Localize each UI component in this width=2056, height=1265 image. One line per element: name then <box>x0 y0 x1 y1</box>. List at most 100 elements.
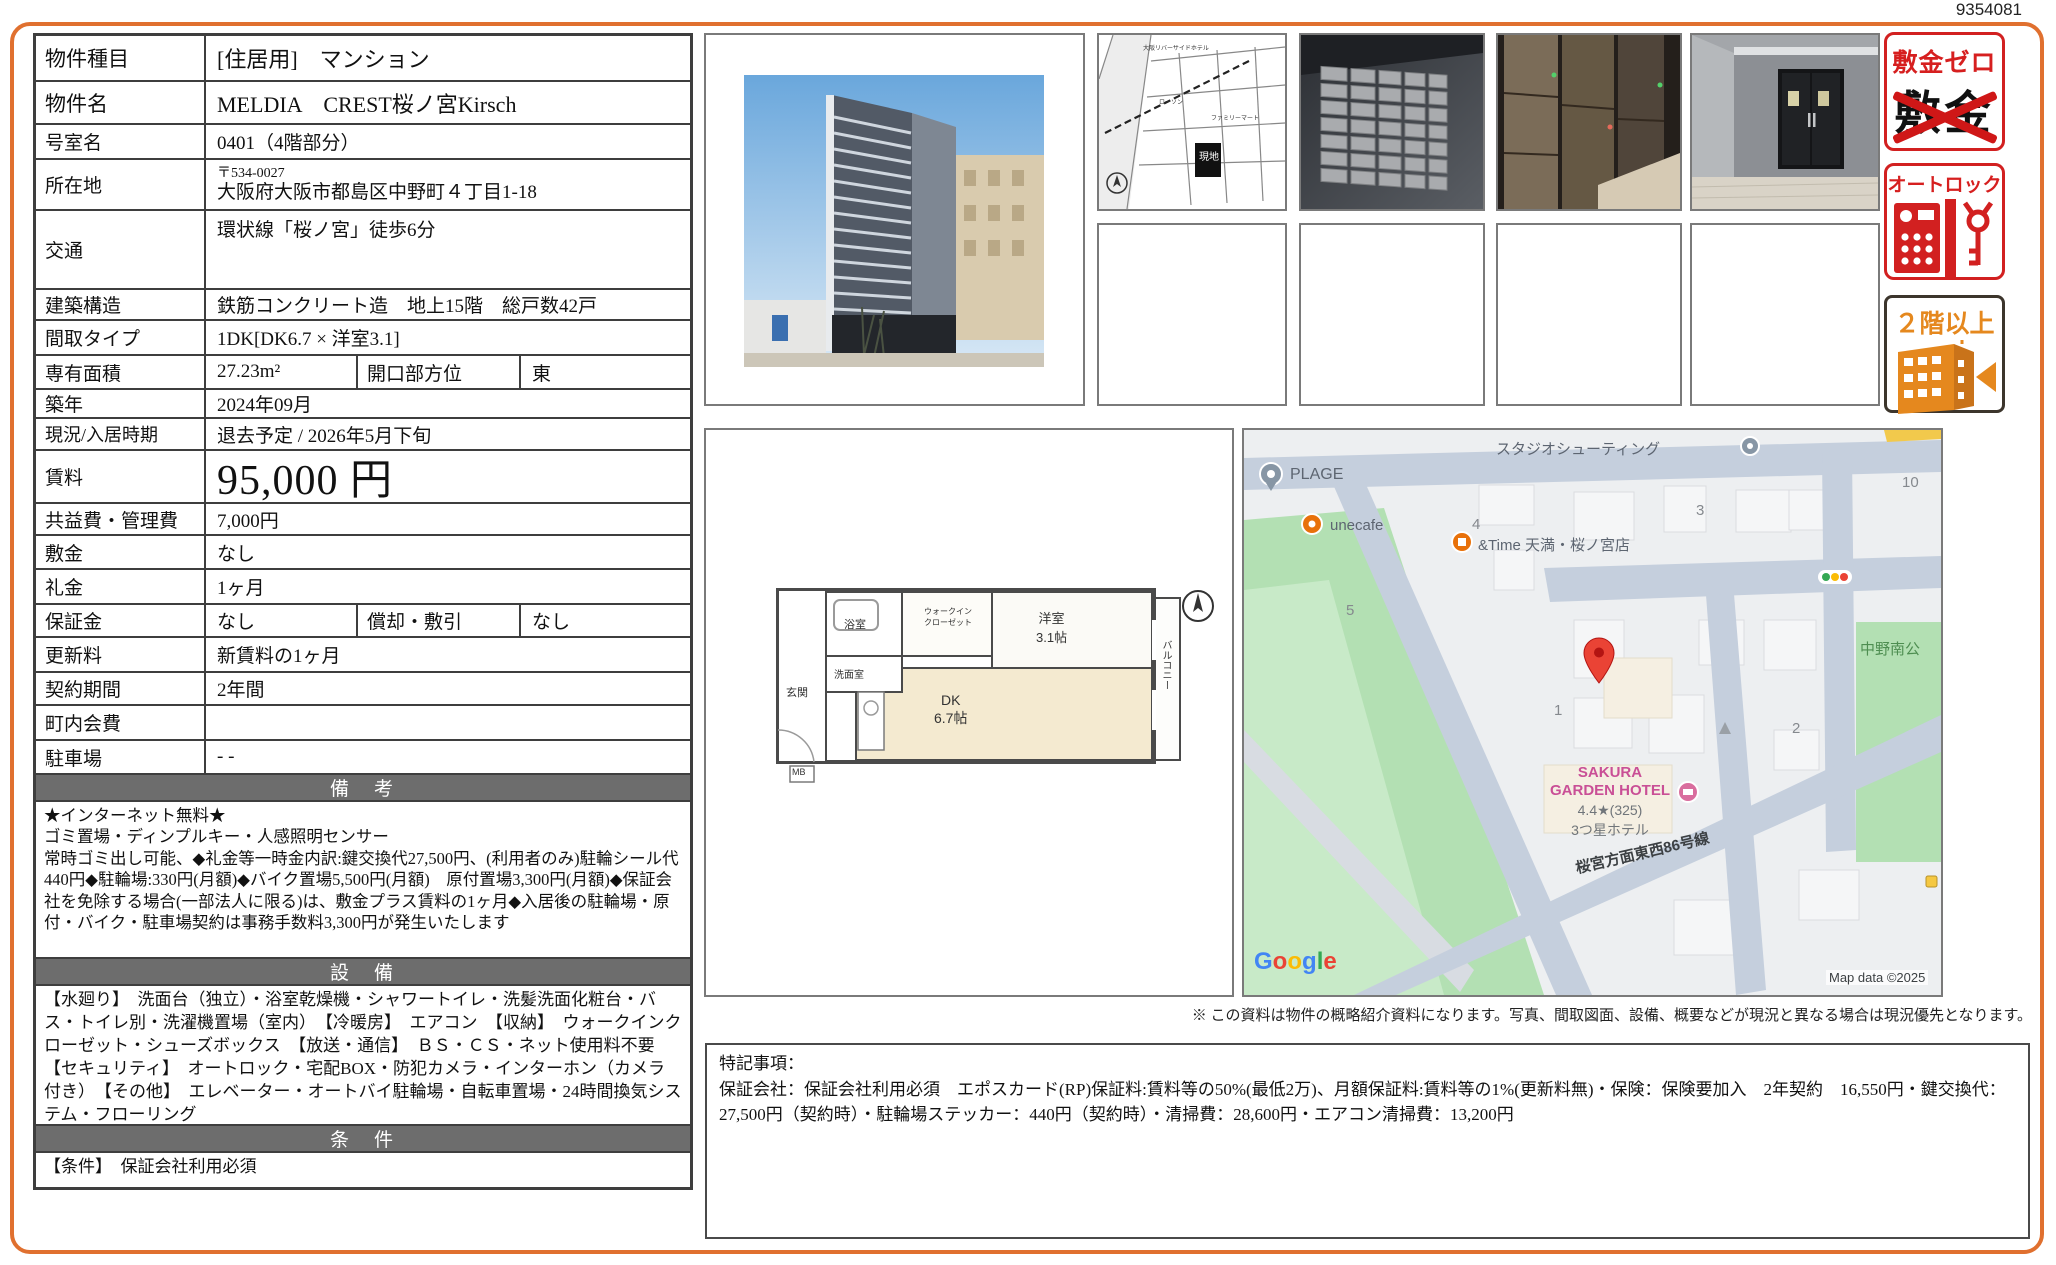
row-value: 鉄筋コンクリート造 地上15階 総戸数42戸 <box>206 290 690 319</box>
row-value: なし <box>206 605 358 636</box>
table-row: 保証金 なし 償却・敷引 なし <box>36 603 690 636</box>
map-number: 2 <box>1792 720 1800 737</box>
badge-no-deposit: 敷金ゼロ 敷金 <box>1884 32 2005 151</box>
room-label-wic: ウォークイン クローゼット <box>924 606 972 628</box>
row-value <box>206 706 690 739</box>
map-copyright: Map data ©2025 <box>1826 970 1928 985</box>
disclaimer-note: ※ この資料は物件の概略紹介資料になります。写真、間取図面、設備、概要などが現況… <box>950 1004 2032 1025</box>
map-number: 3 <box>1696 502 1704 519</box>
row-value: 1DK[DK6.7 × 洋室3.1] <box>206 321 690 354</box>
table-row: 物件名MELDIA CREST桜ノ宮Kirsch <box>36 80 690 123</box>
hotel-pin-icon <box>1678 782 1698 802</box>
special-notes-label: 特記事項： <box>719 1054 804 1073</box>
sketch-label: ファミリーマート <box>1211 113 1259 122</box>
sketch-label: 大阪リバーサイドホテル <box>1143 43 1209 52</box>
row-label: 保証金 <box>36 605 206 636</box>
google-letter: o <box>1287 948 1302 975</box>
document-number: 9354081 <box>1956 0 2022 20</box>
map-number: 10 <box>1902 474 1919 491</box>
row-label: 共益費・管理費 <box>36 504 206 534</box>
row-value: 退去予定 / 2026年5月下旬 <box>206 419 690 449</box>
badge-second-floor-up: ２階以上 <box>1884 295 2005 413</box>
map-label-hotel-2: GARDEN HOTEL <box>1544 782 1676 799</box>
row-value: MELDIA CREST桜ノ宮Kirsch <box>206 82 690 123</box>
table-row: 専有面積 27.23m² 開口部方位 東 <box>36 354 690 388</box>
row-value: 0401（4階部分） <box>206 125 690 158</box>
map-label-time-cafe: &Time 天満・桜ノ宮店 <box>1478 534 1630 555</box>
row-value: 1ヶ月 <box>206 570 690 603</box>
row-value: 2024年09月 <box>206 390 690 417</box>
map-label-hotel-rating: 4.4★(325) <box>1544 802 1676 819</box>
row-label: 敷金 <box>36 536 206 568</box>
map-label-studio: スタジオシューティング <box>1496 438 1660 459</box>
google-letter: e <box>1323 948 1336 975</box>
section-header-remarks: 備 考 <box>36 773 690 800</box>
mailboxes-photo <box>1299 33 1485 211</box>
row-label: 物件種目 <box>36 36 206 80</box>
table-row: 駐車場- - <box>36 739 690 773</box>
row-label: 駐車場 <box>36 741 206 773</box>
map-label-hotel-class: 3つ星ホテル <box>1544 820 1676 840</box>
row-label: 号室名 <box>36 125 206 158</box>
address-text: 大阪府大阪市都島区中野町４丁目1-18 <box>217 182 690 204</box>
empty-photo-box <box>1299 223 1485 406</box>
special-notes-box: 特記事項： 保証会社：保証会社利用必須 エポスカード(RP)保証料:賃料等の50… <box>705 1043 2030 1239</box>
row-value: 〒534-0027大阪府大阪市都島区中野町４丁目1-18 <box>206 160 690 209</box>
zip-code: 〒534-0027 <box>217 166 690 182</box>
delivery-lockers-image <box>1498 35 1680 209</box>
row-label: 賃料 <box>36 451 206 502</box>
map-canvas <box>1244 430 1941 995</box>
map-number: 4 <box>1472 516 1480 533</box>
table-row: 物件種目[住居用] マンション <box>36 36 690 80</box>
table-row: 所在地 〒534-0027大阪府大阪市都島区中野町４丁目1-18 <box>36 158 690 209</box>
site-marker-label: 現地 <box>1199 153 1219 163</box>
entrance-photo <box>1690 33 1880 211</box>
row-label: 交通 <box>36 211 206 288</box>
place-pin-icon <box>1741 437 1759 455</box>
map-label-unecafe: unecafe <box>1330 517 1383 534</box>
table-row: 築年2024年09月 <box>36 388 690 417</box>
badge-no-deposit-title: 敷金ゼロ <box>1887 43 2002 79</box>
table-row: 敷金なし <box>36 534 690 568</box>
conditions-text: 【条件】 保証会社利用必須 <box>36 1151 690 1187</box>
intercom-key-icon <box>1892 199 1998 277</box>
table-row: 礼金1ヶ月 <box>36 568 690 603</box>
property-table: 物件種目[住居用] マンション 物件名MELDIA CREST桜ノ宮Kirsch… <box>33 33 693 1190</box>
table-row: 共益費・管理費7,000円 <box>36 502 690 534</box>
room-label-dk: DK 6.7帖 <box>934 692 967 728</box>
table-row: 現況/入居時期退去予定 / 2026年5月下旬 <box>36 417 690 449</box>
row-label: 建築構造 <box>36 290 206 319</box>
badge-second-floor-title: ２階以上 <box>1887 304 2002 340</box>
room-label-balcony: バルコニー <box>1158 640 1173 690</box>
table-row: 賃料95,000 円 <box>36 449 690 502</box>
google-logo[interactable]: Google <box>1254 948 1337 976</box>
badge-auto-lock-title: オートロック <box>1887 170 2002 197</box>
crossed-deposit: 敷金 <box>1887 83 2002 151</box>
row-value: [住居用] マンション <box>206 36 690 80</box>
building-photo-image <box>706 35 1083 404</box>
rent-value: 95,000 円 <box>206 451 690 502</box>
row-value: 東 <box>521 356 690 388</box>
delivery-lockers-photo <box>1496 33 1682 211</box>
cafe-pin-icon <box>1302 514 1322 534</box>
map-label-plage: PLAGE <box>1290 466 1343 484</box>
row-label: 更新料 <box>36 638 206 671</box>
google-letter: G <box>1254 948 1273 975</box>
building-photo <box>704 33 1085 406</box>
badge-auto-lock: オートロック <box>1884 163 2005 280</box>
empty-photo-box <box>1690 223 1880 406</box>
row-label: 間取タイプ <box>36 321 206 354</box>
row-label: 専有面積 <box>36 356 206 388</box>
room-label-mb: MB <box>792 767 806 777</box>
section-header-equipment: 設 備 <box>36 957 690 984</box>
google-map[interactable]: スタジオシューティング 10 PLAGE unecafe 4 &Time 天満・… <box>1242 428 1943 997</box>
table-row: 間取タイプ1DK[DK6.7 × 洋室3.1] <box>36 319 690 354</box>
table-row: 契約期間2年間 <box>36 671 690 704</box>
table-row: 建築構造鉄筋コンクリート造 地上15階 総戸数42戸 <box>36 288 690 319</box>
section-header-conditions: 条 件 <box>36 1124 690 1151</box>
row-label: 契約期間 <box>36 673 206 704</box>
table-row: 更新料新賃料の1ヶ月 <box>36 636 690 671</box>
google-letter: o <box>1273 948 1288 975</box>
map-label-park: 中野南公 <box>1860 638 1920 659</box>
floor-plan: 洋室 3.1帖 ウォークイン クローゼット 浴室 洗面室 玄関 DK 6.7帖 … <box>704 428 1234 997</box>
